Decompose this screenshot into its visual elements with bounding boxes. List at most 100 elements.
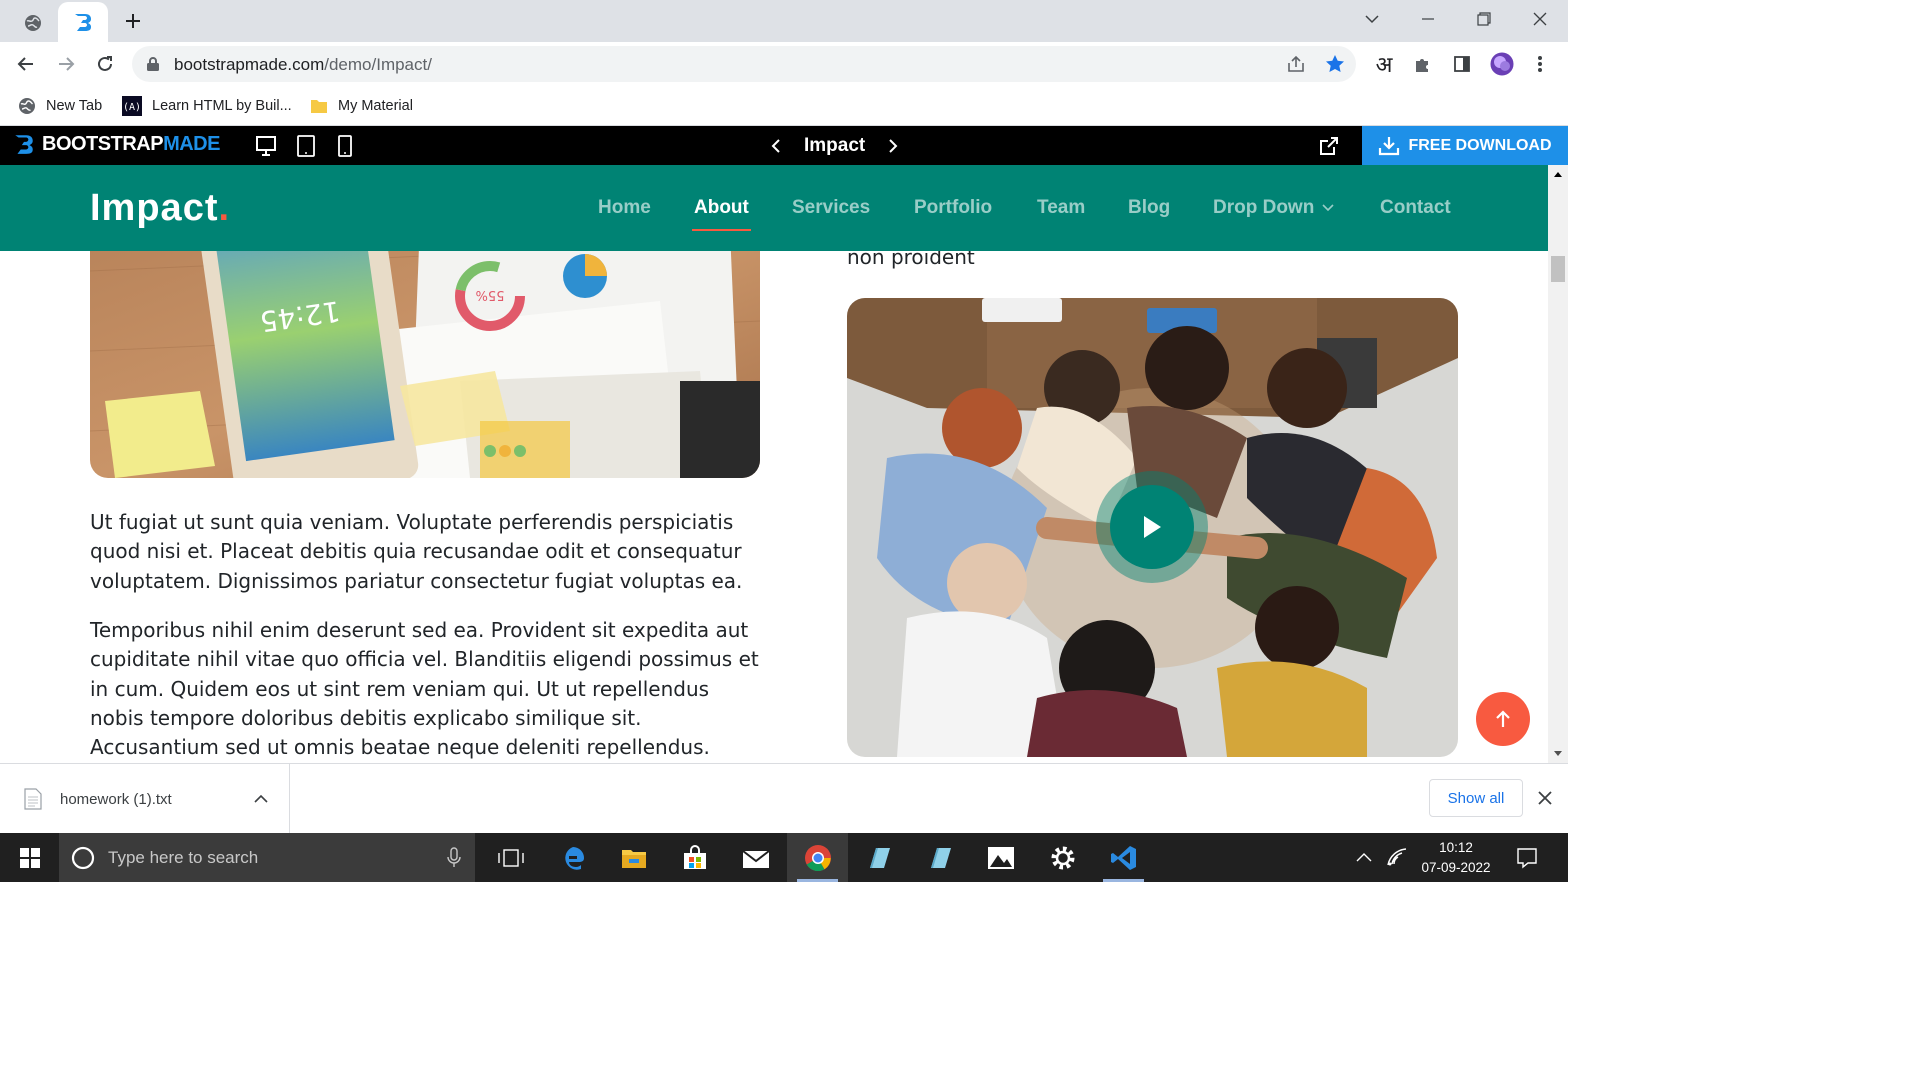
bookmark-new-tab[interactable]: New Tab xyxy=(18,92,102,120)
nav-label: Contact xyxy=(1380,197,1451,218)
nav-team[interactable]: Team xyxy=(1037,165,1085,251)
share-icon[interactable] xyxy=(1286,55,1306,73)
download-label: FREE DOWNLOAD xyxy=(1408,136,1552,154)
truncated-text: non proident xyxy=(847,251,975,269)
taskbar-app-2[interactable] xyxy=(909,833,970,882)
minimize-button[interactable] xyxy=(1408,4,1448,34)
taskbar-file-explorer[interactable] xyxy=(603,833,664,882)
scroll-down-arrow-icon[interactable] xyxy=(1553,750,1563,757)
restore-button[interactable] xyxy=(1464,4,1504,34)
windows-logo-icon xyxy=(19,847,40,868)
external-link-icon[interactable] xyxy=(1318,135,1340,157)
blue-tile-icon xyxy=(930,847,951,868)
edge-icon xyxy=(564,846,584,870)
download-item[interactable]: homework (1).txt xyxy=(0,764,290,834)
taskbar-photos[interactable] xyxy=(970,833,1031,882)
close-shelf-icon[interactable] xyxy=(1538,791,1552,805)
taskbar-search-box[interactable]: Type here to search xyxy=(59,833,475,882)
vscode-icon xyxy=(1110,845,1136,870)
site-logo[interactable]: Impact. xyxy=(90,187,230,230)
microphone-icon[interactable] xyxy=(447,847,461,869)
taskbar-settings[interactable] xyxy=(1032,833,1093,882)
task-view-button[interactable] xyxy=(480,833,541,882)
bootstrapmade-logo[interactable]: BOOTSTRAPMADE xyxy=(12,132,220,156)
taskbar-app-1[interactable] xyxy=(848,833,909,882)
tab-search-button[interactable] xyxy=(1352,4,1392,34)
nav-label: Home xyxy=(598,197,651,218)
show-all-downloads-button[interactable]: Show all xyxy=(1429,779,1523,817)
template-switcher: Impact xyxy=(770,126,899,165)
folder-icon xyxy=(311,100,327,113)
scroll-up-arrow-icon[interactable] xyxy=(1553,171,1563,178)
desktop-view-icon[interactable] xyxy=(255,135,277,157)
gear-icon xyxy=(1051,846,1074,869)
nav-label: Services xyxy=(792,197,871,218)
inactive-tab[interactable] xyxy=(8,4,58,42)
taskbar-edge[interactable] xyxy=(542,833,603,882)
bookmark-label: My Material xyxy=(338,98,413,114)
chart-percent-text: 55% xyxy=(476,287,505,302)
active-tab[interactable] xyxy=(58,2,108,42)
bookmark-my-material[interactable]: My Material xyxy=(310,92,413,120)
windows-taskbar: Type here to search 10:12 07-09-2022 xyxy=(0,833,1568,882)
back-button[interactable] xyxy=(10,48,42,80)
side-panel-button[interactable] xyxy=(1446,48,1478,80)
chrome-icon xyxy=(804,844,831,871)
store-bag-icon xyxy=(683,844,706,869)
chevron-right-icon[interactable] xyxy=(887,138,899,154)
scrollbar-thumb[interactable] xyxy=(1551,256,1565,282)
download-file-name: homework (1).txt xyxy=(60,791,172,808)
chevron-up-icon[interactable] xyxy=(254,794,268,803)
star-icon[interactable] xyxy=(1325,54,1345,74)
close-window-button[interactable] xyxy=(1520,4,1560,34)
puzzle-icon xyxy=(1416,59,1428,72)
new-tab-button[interactable] xyxy=(118,6,148,36)
logo-text-bootstrap: BOOTSTRAP xyxy=(42,132,164,155)
nav-label: Drop Down xyxy=(1213,197,1315,218)
mobile-view-icon[interactable] xyxy=(337,134,353,158)
chevron-down-icon xyxy=(1365,15,1379,24)
address-bar[interactable]: bootstrapmade.com/demo/Impact/ xyxy=(132,46,1356,82)
wifi-icon[interactable] xyxy=(1386,847,1408,867)
nav-about[interactable]: About xyxy=(692,165,751,251)
nav-blog[interactable]: Blog xyxy=(1128,165,1170,251)
profile-avatar[interactable] xyxy=(1486,48,1518,80)
arrow-left-icon xyxy=(17,57,33,71)
page-scrollbar[interactable] xyxy=(1548,165,1568,763)
play-video-button[interactable] xyxy=(1096,471,1208,583)
free-download-button[interactable]: FREE DOWNLOAD xyxy=(1362,126,1568,165)
reload-button[interactable] xyxy=(89,48,121,80)
nav-label: Portfolio xyxy=(914,197,993,218)
chrome-menu-button[interactable] xyxy=(1524,48,1556,80)
taskbar-mail[interactable] xyxy=(725,833,786,882)
nav-label: Team xyxy=(1037,197,1086,218)
extensions-button[interactable] xyxy=(1407,48,1439,80)
notification-icon[interactable] xyxy=(1516,847,1538,869)
forward-button[interactable] xyxy=(50,48,82,80)
bookmark-learn-html[interactable]: (A) Learn HTML by Buil... xyxy=(122,92,292,120)
nav-home[interactable]: Home xyxy=(598,165,651,251)
more-vert-icon xyxy=(1538,56,1542,72)
translate-extension-button[interactable]: अ xyxy=(1368,48,1400,80)
chevron-left-icon[interactable] xyxy=(770,138,782,154)
back-to-top-button[interactable] xyxy=(1476,692,1530,746)
taskbar-clock[interactable]: 10:12 07-09-2022 xyxy=(1410,838,1502,878)
avatar-icon xyxy=(1489,51,1515,77)
bookmark-label: New Tab xyxy=(46,98,103,114)
nav-services[interactable]: Services xyxy=(792,165,870,251)
clock-date: 07-09-2022 xyxy=(1421,860,1491,875)
folder-icon xyxy=(621,849,646,868)
freecodecamp-icon: (A) xyxy=(122,96,142,116)
search-placeholder: Type here to search xyxy=(108,848,259,867)
taskbar-vscode[interactable] xyxy=(1093,833,1154,882)
chevron-up-icon[interactable] xyxy=(1356,852,1372,862)
nav-portfolio[interactable]: Portfolio xyxy=(914,165,992,251)
url-text: bootstrapmade.com/demo/Impact/ xyxy=(174,55,432,75)
tab-strip xyxy=(0,0,1568,42)
taskbar-store[interactable] xyxy=(664,833,725,882)
nav-dropdown[interactable]: Drop Down xyxy=(1213,165,1334,251)
tablet-view-icon[interactable] xyxy=(296,134,316,158)
nav-contact[interactable]: Contact xyxy=(1380,165,1451,251)
taskbar-chrome[interactable] xyxy=(787,833,848,882)
start-button[interactable] xyxy=(0,833,59,882)
